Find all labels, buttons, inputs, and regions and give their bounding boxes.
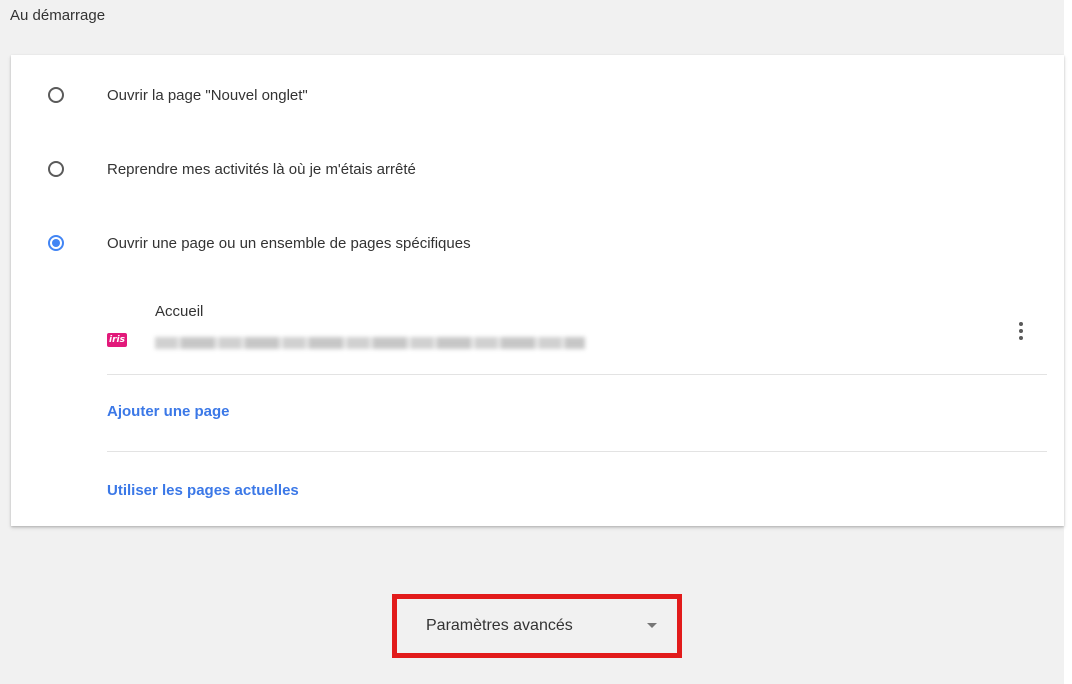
advanced-settings-highlight: Paramètres avancés	[392, 594, 682, 658]
radio-button[interactable]	[48, 87, 64, 103]
startup-option-continue[interactable]: Reprendre mes activités là où je m'étais…	[11, 149, 1064, 189]
radio-label: Ouvrir la page "Nouvel onglet"	[107, 86, 308, 104]
divider	[107, 374, 1047, 375]
dropdown-arrow-icon[interactable]	[647, 623, 657, 628]
startup-option-specific-pages[interactable]: Ouvrir une page ou un ensemble de pages …	[11, 223, 1064, 263]
divider	[107, 451, 1047, 452]
startup-card: Ouvrir la page "Nouvel onglet" Reprendre…	[11, 55, 1064, 526]
page-url-blurred	[155, 337, 585, 349]
startup-page-entry: iris Accueil	[107, 295, 1047, 375]
radio-label: Ouvrir une page ou un ensemble de pages …	[107, 234, 471, 252]
startup-option-new-tab[interactable]: Ouvrir la page "Nouvel onglet"	[11, 75, 1064, 115]
settings-page: Au démarrage Ouvrir la page "Nouvel ongl…	[0, 0, 1064, 684]
section-title: Au démarrage	[10, 7, 106, 24]
more-vert-icon[interactable]	[1011, 319, 1031, 343]
iris-favicon-icon: iris	[107, 333, 127, 347]
radio-button-selected[interactable]	[48, 235, 64, 251]
advanced-settings-button[interactable]: Paramètres avancés	[426, 599, 573, 653]
page-name: Accueil	[155, 303, 204, 320]
radio-label: Reprendre mes activités là où je m'étais…	[107, 160, 416, 178]
use-current-pages-link[interactable]: Utiliser les pages actuelles	[107, 482, 299, 499]
radio-button[interactable]	[48, 161, 64, 177]
add-page-link[interactable]: Ajouter une page	[107, 403, 230, 420]
